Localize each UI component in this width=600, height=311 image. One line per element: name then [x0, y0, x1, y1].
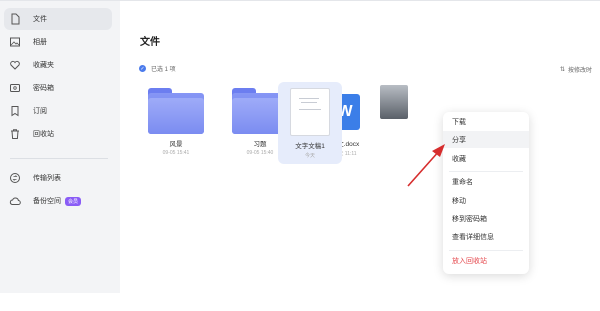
text-doc-icon — [290, 88, 330, 136]
menu-item-details[interactable]: 查看详细信息 — [443, 228, 529, 245]
menu-item-trash[interactable]: 放入回收站 — [443, 252, 529, 269]
sidebar-item-label: 文件 — [33, 16, 47, 23]
sidebar-divider — [10, 158, 108, 159]
menu-item-move-to-safe[interactable]: 移到密码箱 — [443, 210, 529, 227]
sidebar-item-favorites[interactable]: 收藏夹 — [4, 54, 112, 76]
vip-badge: 会员 — [65, 196, 82, 206]
menu-separator — [449, 250, 523, 251]
folder-icon — [148, 88, 204, 134]
menu-separator — [449, 171, 523, 172]
sidebar-item-label: 密码箱 — [33, 85, 54, 92]
file-icon — [9, 13, 21, 25]
sidebar: 文件 相册 收藏夹 密码箱 订阅 回收站 传输列表 备份空间 会员 — [0, 1, 120, 293]
sidebar-item-label: 传输列表 — [33, 175, 61, 182]
file-name: 文字文稿1 — [295, 143, 325, 150]
menu-item-move[interactable]: 移动 — [443, 192, 529, 209]
photo-icon — [9, 36, 21, 48]
selection-status[interactable]: ✓ 已选 1 项 — [139, 64, 176, 73]
menu-item-share[interactable]: 分享 — [443, 131, 529, 148]
menu-item-favorite[interactable]: 收藏 — [443, 150, 529, 167]
sidebar-item-backup[interactable]: 备份空间 会员 — [4, 190, 112, 212]
menu-item-rename[interactable]: 重命名 — [443, 173, 529, 190]
sidebar-item-label: 备份空间 — [33, 198, 61, 205]
trash-icon — [9, 128, 21, 140]
sidebar-item-album[interactable]: 相册 — [4, 31, 112, 53]
sidebar-item-label: 订阅 — [33, 108, 47, 115]
sidebar-item-transfers[interactable]: 传输列表 — [4, 167, 112, 189]
context-menu: 下载 分享 收藏 重命名 移动 移到密码箱 查看详细信息 放入回收站 — [443, 112, 529, 274]
sidebar-item-subscribe[interactable]: 订阅 — [4, 100, 112, 122]
file-item-txt[interactable]: 文字文稿1 今天 — [270, 140, 350, 159]
file-date: 09-05 15:41 — [162, 150, 190, 156]
selection-count: 已选 1 项 — [151, 67, 176, 73]
bookmark-icon — [9, 105, 21, 117]
cloud-icon — [9, 195, 21, 207]
check-icon: ✓ — [139, 65, 146, 72]
sidebar-item-label: 回收站 — [33, 131, 54, 138]
file-date: 今天 — [304, 153, 315, 159]
safe-icon — [9, 82, 21, 94]
menu-item-download[interactable]: 下载 — [443, 113, 529, 130]
file-name: 风景 — [169, 141, 183, 148]
transfer-icon — [9, 172, 21, 184]
sidebar-item-trash[interactable]: 回收站 — [4, 123, 112, 145]
sidebar-item-safe[interactable]: 密码箱 — [4, 77, 112, 99]
sort-button[interactable]: ⇅ 按修改时 — [560, 65, 592, 74]
sidebar-item-files[interactable]: 文件 — [4, 8, 112, 30]
image-thumbnail[interactable] — [380, 85, 408, 119]
sidebar-item-label: 相册 — [33, 39, 47, 46]
page-title: 文件 — [140, 37, 160, 48]
sort-icon: ⇅ — [559, 67, 565, 73]
file-item-folder[interactable]: 风景 09-05 15:41 — [136, 88, 216, 156]
sort-label: 按修改时 — [567, 68, 592, 74]
heart-icon — [9, 59, 21, 71]
sidebar-item-label: 收藏夹 — [33, 62, 54, 69]
